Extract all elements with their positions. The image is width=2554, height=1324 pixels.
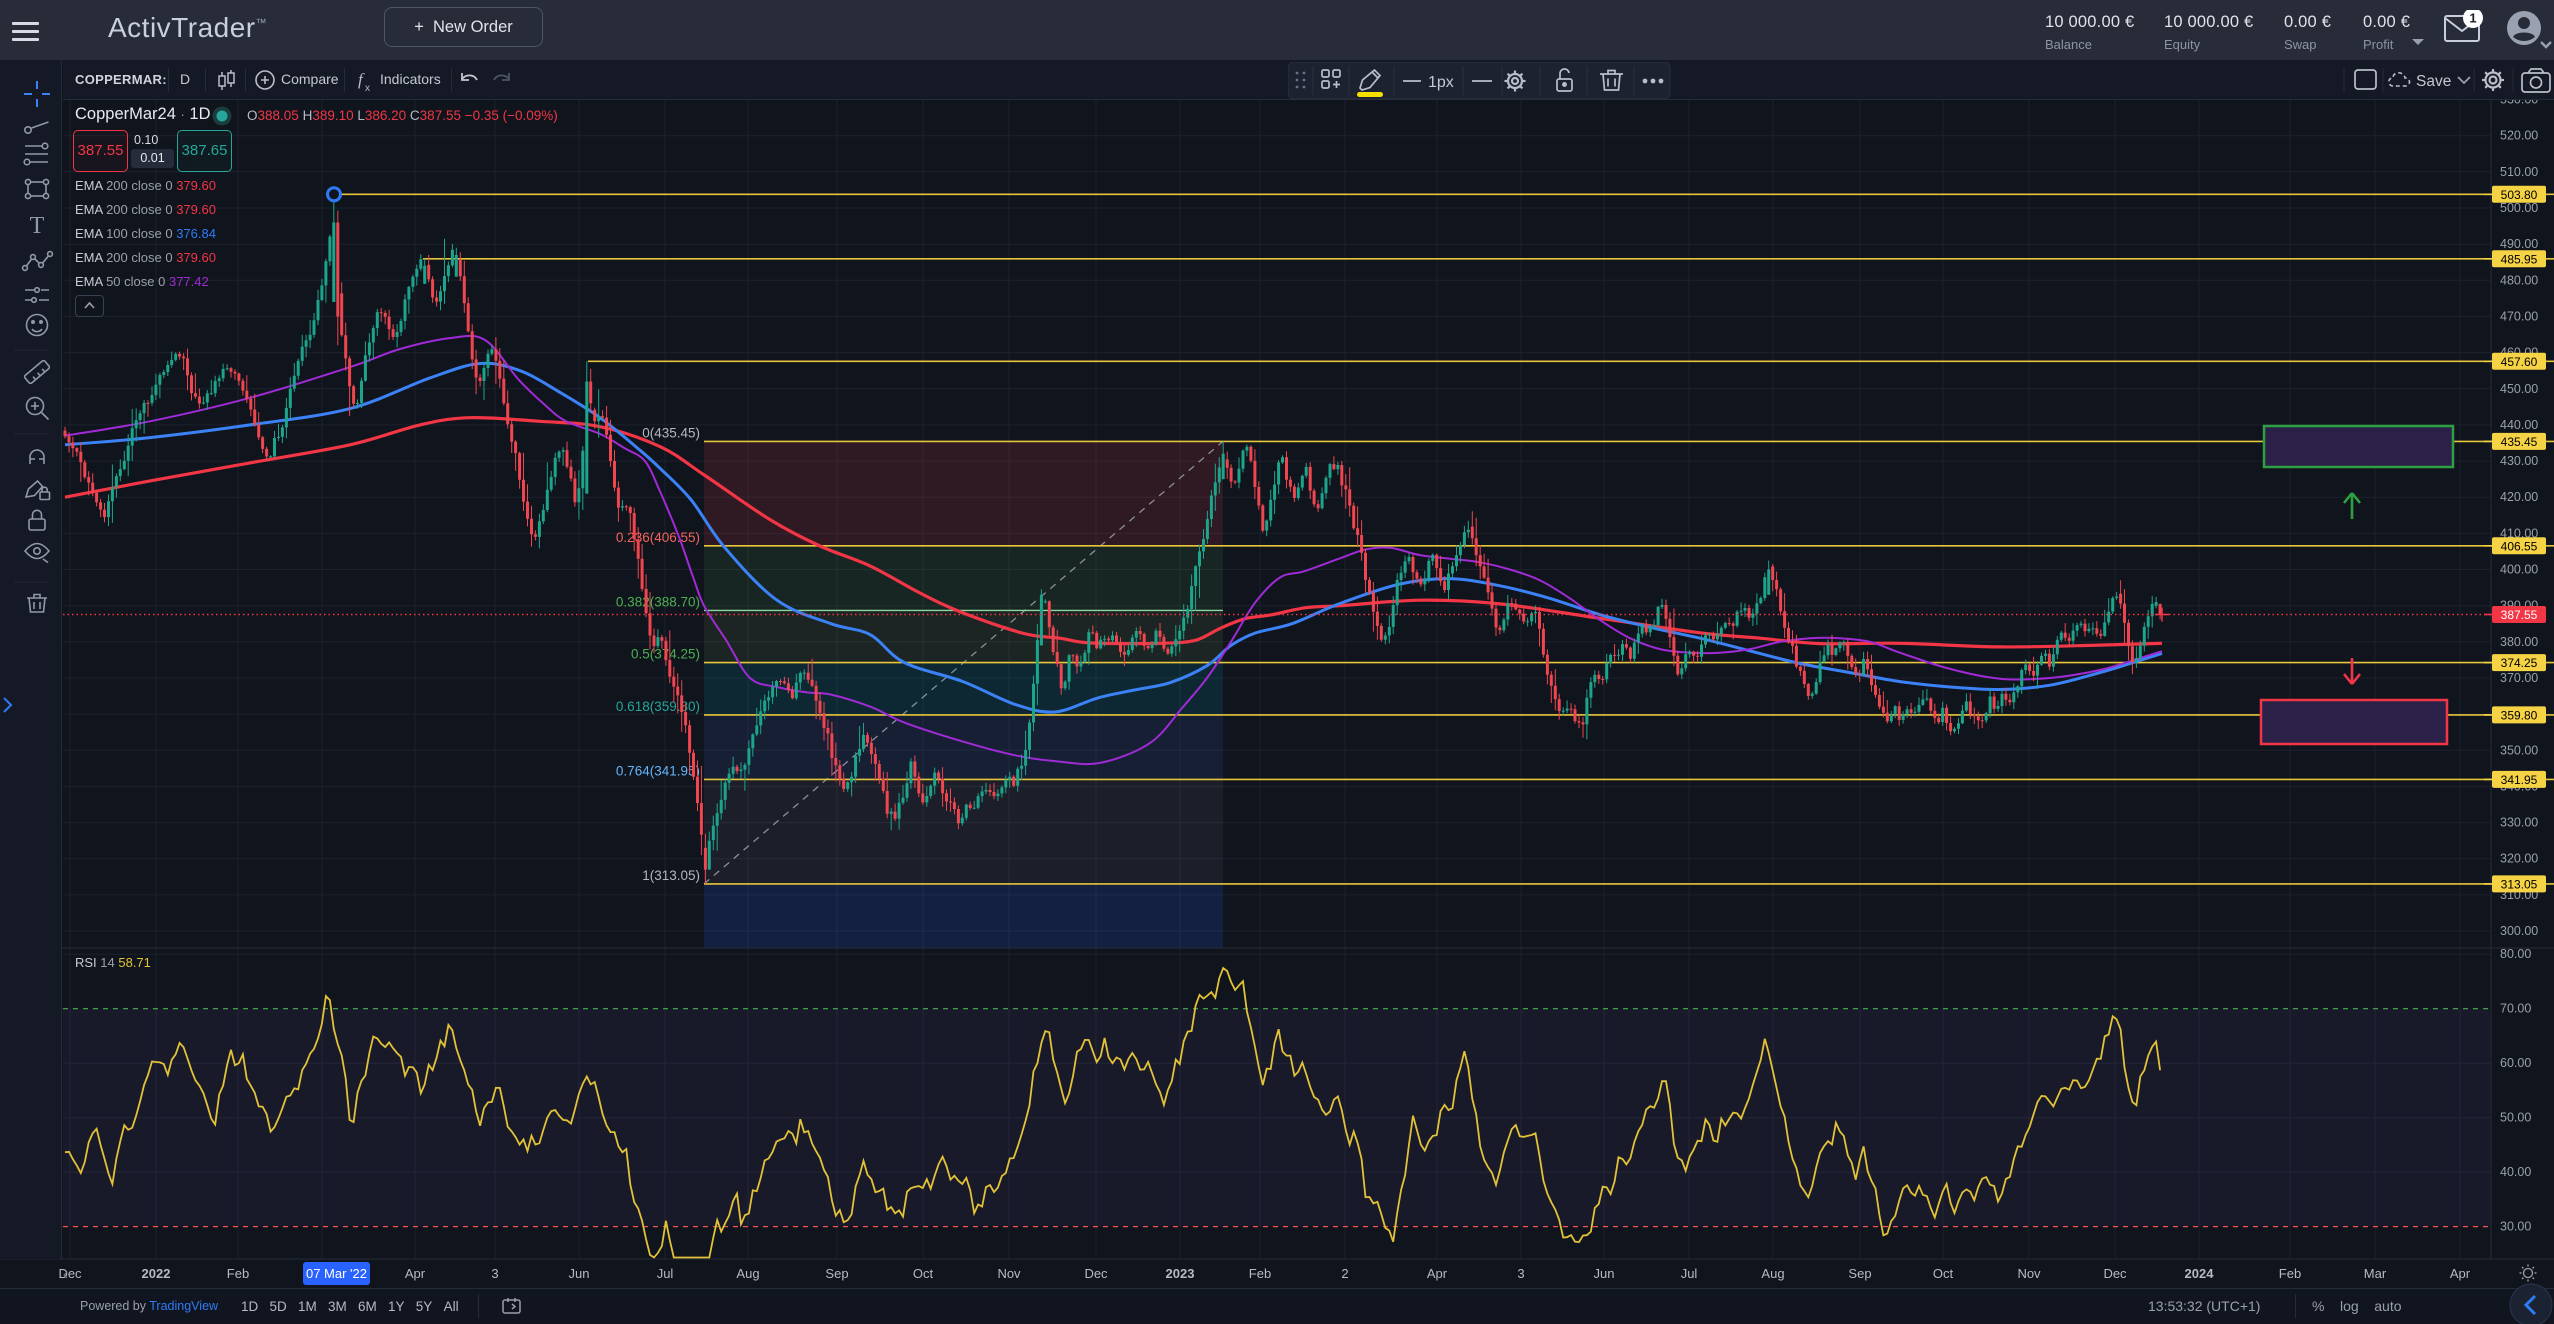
svg-text:500.00: 500.00 <box>2500 201 2538 215</box>
svg-text:2: 2 <box>1341 1266 1348 1281</box>
svg-text:330.00: 330.00 <box>2500 816 2538 830</box>
svg-text:0.382(388.70): 0.382(388.70) <box>616 594 700 609</box>
svg-text:503.80: 503.80 <box>2501 188 2538 202</box>
svg-text:420.00: 420.00 <box>2500 490 2538 504</box>
svg-text:Apr: Apr <box>2450 1266 2471 1281</box>
svg-text:490.00: 490.00 <box>2500 237 2538 251</box>
svg-text:Feb: Feb <box>227 1266 249 1281</box>
svg-text:Apr: Apr <box>405 1266 426 1281</box>
svg-text:60.00: 60.00 <box>2500 1056 2531 1070</box>
svg-text:Sep: Sep <box>1848 1266 1871 1281</box>
svg-text:Jun: Jun <box>569 1266 590 1281</box>
svg-text:Sep: Sep <box>825 1266 848 1281</box>
svg-text:1(313.05): 1(313.05) <box>642 868 700 883</box>
svg-text:‹: ‹ <box>63 1266 68 1283</box>
svg-text:T: T <box>30 213 45 239</box>
svg-text:350.00: 350.00 <box>2500 743 2538 757</box>
svg-text:0.764(341.95): 0.764(341.95) <box>616 763 700 778</box>
svg-text:440.00: 440.00 <box>2500 418 2538 432</box>
svg-text:Aug: Aug <box>736 1266 759 1281</box>
svg-text:2023: 2023 <box>1166 1266 1195 1281</box>
svg-text:300.00: 300.00 <box>2500 924 2538 938</box>
svg-text:1: 1 <box>2469 11 2476 26</box>
svg-text:07 Mar '22: 07 Mar '22 <box>306 1266 367 1281</box>
svg-text:485.95: 485.95 <box>2501 252 2538 266</box>
svg-text:Nov: Nov <box>997 1266 1021 1281</box>
svg-text:400.00: 400.00 <box>2500 563 2538 577</box>
svg-text:374.25: 374.25 <box>2501 656 2538 670</box>
svg-text:Feb: Feb <box>1249 1266 1271 1281</box>
svg-text:Jun: Jun <box>1594 1266 1615 1281</box>
svg-text:Mar: Mar <box>2364 1266 2387 1281</box>
svg-text:Oct: Oct <box>1933 1266 1954 1281</box>
svg-text:40.00: 40.00 <box>2500 1165 2531 1179</box>
svg-text:450.00: 450.00 <box>2500 382 2538 396</box>
svg-text:Oct: Oct <box>913 1266 934 1281</box>
svg-text:430.00: 430.00 <box>2500 454 2538 468</box>
svg-text:Apr: Apr <box>1427 1266 1448 1281</box>
svg-text:3: 3 <box>1517 1266 1524 1281</box>
svg-text:30.00: 30.00 <box>2500 1220 2531 1234</box>
svg-text:Save: Save <box>2416 73 2451 90</box>
svg-text:0.618(359.80): 0.618(359.80) <box>616 699 700 714</box>
svg-text:0.236(406.55): 0.236(406.55) <box>616 530 700 545</box>
svg-text:Nov: Nov <box>2017 1266 2041 1281</box>
svg-text:320.00: 320.00 <box>2500 852 2538 866</box>
svg-text:2022: 2022 <box>142 1266 171 1281</box>
svg-text:3: 3 <box>491 1266 498 1281</box>
svg-text:Feb: Feb <box>2279 1266 2301 1281</box>
svg-text:457.60: 457.60 <box>2501 355 2538 369</box>
svg-text:Jul: Jul <box>657 1266 674 1281</box>
svg-text:70.00: 70.00 <box>2500 1002 2531 1016</box>
svg-text:0(435.45): 0(435.45) <box>642 425 700 440</box>
svg-text:Dec: Dec <box>2103 1266 2127 1281</box>
svg-text:520.00: 520.00 <box>2500 129 2538 143</box>
svg-text:470.00: 470.00 <box>2500 310 2538 324</box>
svg-text:313.05: 313.05 <box>2501 877 2538 891</box>
svg-text:Jul: Jul <box>1681 1266 1698 1281</box>
svg-text:80.00: 80.00 <box>2500 947 2531 961</box>
svg-text:510.00: 510.00 <box>2500 165 2538 179</box>
svg-text:359.80: 359.80 <box>2501 708 2538 722</box>
svg-text:f: f <box>358 70 365 89</box>
svg-text:Aug: Aug <box>1761 1266 1784 1281</box>
svg-text:2024: 2024 <box>2185 1266 2215 1281</box>
svg-text:480.00: 480.00 <box>2500 273 2538 287</box>
svg-text:406.55: 406.55 <box>2501 539 2538 553</box>
svg-text:370.00: 370.00 <box>2500 671 2538 685</box>
svg-text:341.95: 341.95 <box>2501 773 2538 787</box>
svg-text:x: x <box>365 83 370 94</box>
svg-text:380.00: 380.00 <box>2500 635 2538 649</box>
svg-text:Dec: Dec <box>58 1266 82 1281</box>
svg-text:50.00: 50.00 <box>2500 1111 2531 1125</box>
svg-text:435.45: 435.45 <box>2501 435 2538 449</box>
svg-text:387.55: 387.55 <box>2501 608 2538 622</box>
svg-text:Dec: Dec <box>1084 1266 1108 1281</box>
svg-text:1px: 1px <box>1428 74 1454 91</box>
